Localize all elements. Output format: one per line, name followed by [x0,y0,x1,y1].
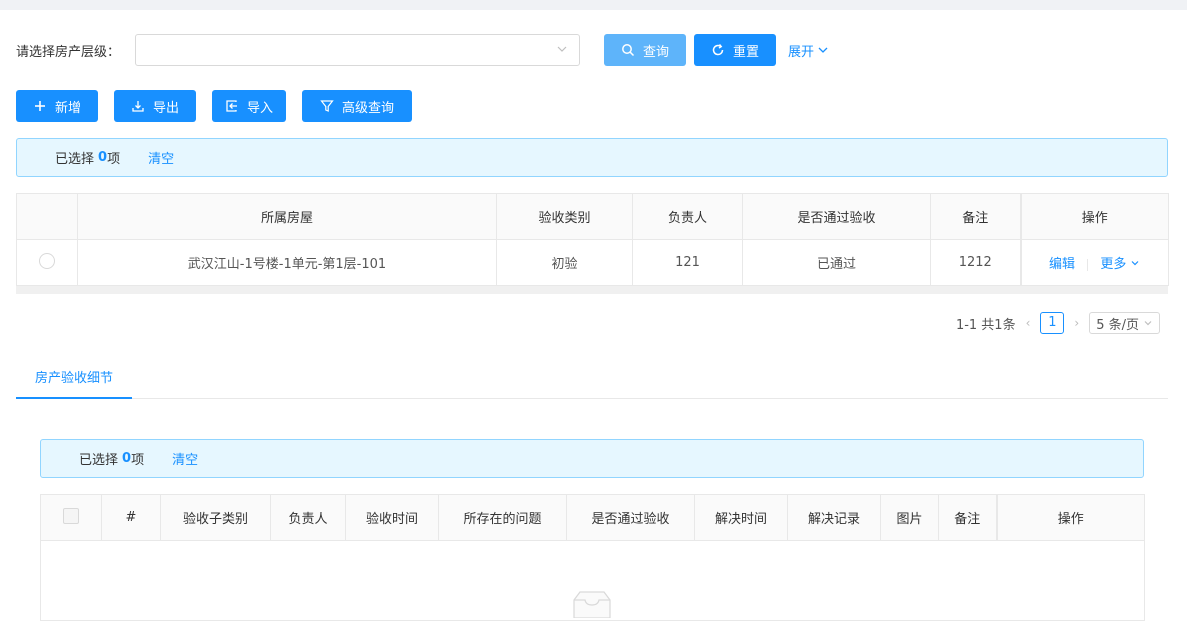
detail-selection-alert: 已选择 0 项 清空 [40,439,1144,478]
house-cell: 武汉江山-1号楼-1单元-第1层-101 [77,239,497,286]
house-level-select[interactable] [135,34,580,66]
row-radio[interactable] [39,252,55,269]
edit-link[interactable]: 编辑 [1049,257,1075,272]
query-button[interactable]: 查询 [604,34,686,66]
house-level-label: 请选择房产层级： [16,44,121,60]
page-number[interactable]: 1 [1040,312,1065,334]
empty-inbox-icon [573,591,611,618]
column-header: 操作 [1019,193,1169,240]
prev-page-icon[interactable]: ‹ [1026,316,1031,330]
passed-cell: 已通过 [742,239,931,286]
column-header[interactable]: 验收子类别 [160,494,271,541]
advanced-query-button[interactable]: 高级查询 [302,90,412,122]
column-header[interactable]: 所存在的问题 [438,494,567,541]
filter-icon [320,100,334,112]
owner-cell: 121 [632,239,743,286]
column-header[interactable]: 图片 [880,494,939,541]
table-header-row: # 验收子类别 负责人 验收时间 所存在的问题 是否通过验收 解决时间 解决记录… [40,494,1145,541]
actions-cell: 编辑 更多 [1019,239,1169,286]
table-header-row: 所属房屋 验收类别 负责人 是否通过验收 备注 操作 [16,193,1169,240]
selection-prefix: 已选择 [55,152,95,167]
selection-suffix: 项 [131,453,145,468]
add-button-label: 新增 [54,100,81,116]
reset-button[interactable]: 重置 [694,34,776,66]
column-header: # [101,494,161,541]
export-button[interactable]: 导出 [114,90,196,122]
more-link[interactable]: 更多 [1100,257,1140,272]
selection-suffix: 项 [107,152,121,167]
toolbar: 新增 导出 导入 高级查询 [16,90,412,122]
search-row: 请选择房产层级： 查询 重置 展开 [16,34,829,66]
reset-button-label: 重置 [732,44,759,60]
column-header[interactable]: 验收类别 [496,193,633,240]
select-column-header [16,193,78,240]
selection-prefix: 已选择 [79,453,119,468]
column-header[interactable]: 是否通过验收 [566,494,695,541]
advanced-query-label: 高级查询 [341,100,394,116]
import-icon [226,100,237,112]
column-header[interactable]: 负责人 [632,193,743,240]
main-table: 所属房屋 验收类别 负责人 是否通过验收 备注 操作 武汉江山-1号楼-1单元-… [16,193,1169,286]
chevron-down-icon [1144,321,1152,326]
clear-selection-link[interactable]: 清空 [148,148,174,167]
table-row[interactable]: 武汉江山-1号楼-1单元-第1层-101 初验 121 已通过 1212 编辑 … [16,239,1169,286]
more-link-label: 更多 [1100,257,1127,272]
row-select-cell[interactable] [16,239,78,286]
selection-alert: 已选择 0 项 清空 [16,138,1168,177]
import-button-label: 导入 [246,100,273,116]
selection-count: 0 [122,451,132,466]
search-icon [622,44,635,57]
add-button[interactable]: 新增 [16,90,98,122]
chevron-down-icon [1132,261,1139,266]
expand-link-label: 展开 [788,44,815,60]
export-button-label: 导出 [152,100,179,116]
download-icon [132,101,144,112]
column-header[interactable]: 是否通过验收 [742,193,931,240]
column-header: 操作 [995,494,1145,541]
column-header[interactable]: 备注 [930,193,1021,240]
clear-selection-link[interactable]: 清空 [172,449,198,468]
query-button-label: 查询 [642,44,669,60]
reload-icon [712,44,724,56]
pagination-total: 1-1 共1条 [955,317,1016,333]
import-button[interactable]: 导入 [212,90,286,122]
column-header[interactable]: 解决时间 [694,494,788,541]
column-header[interactable]: 负责人 [270,494,346,541]
detail-tabs: 房产验收细节 [16,360,1168,399]
divider [1087,258,1089,271]
selection-count: 0 [98,150,108,165]
expand-link[interactable]: 展开 [788,41,829,60]
plus-icon [34,101,45,111]
pagination: 1-1 共1条 ‹ 1 › 5 条/页 [956,312,1160,334]
page-size-select[interactable]: 5 条/页 [1089,312,1160,334]
top-bar [0,0,1187,10]
select-all-checkbox[interactable] [63,507,79,524]
tab-acceptance-details[interactable]: 房产验收细节 [16,360,132,399]
category-cell: 初验 [496,239,633,286]
remark-cell: 1212 [930,239,1021,286]
column-header[interactable]: 所属房屋 [77,193,497,240]
column-header[interactable]: 解决记录 [787,494,881,541]
page-size-label: 5 条/页 [1096,317,1139,333]
column-header[interactable]: 验收时间 [345,494,439,541]
next-page-icon[interactable]: › [1074,316,1079,330]
chevron-down-icon [557,46,567,52]
chevron-down-icon [818,47,828,53]
horizontal-scrollbar[interactable] [16,286,1168,294]
select-all-header[interactable] [40,494,102,541]
column-header[interactable]: 备注 [938,494,997,541]
